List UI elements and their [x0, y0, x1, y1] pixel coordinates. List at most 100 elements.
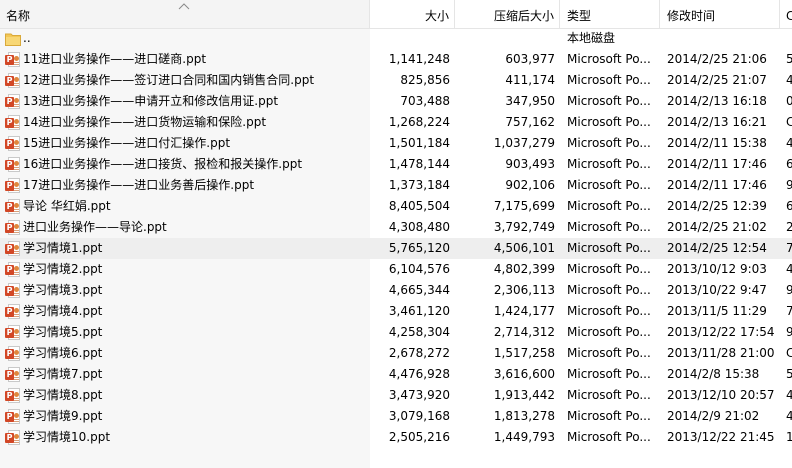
file-name: 15进口业务操作——进口付汇操作.ppt	[23, 136, 231, 150]
file-size: 5,765,120	[388, 241, 450, 255]
file-modified: 2014/2/13 16:21	[667, 115, 767, 129]
file-row[interactable]: P 17进口业务操作——进口业务善后操作.ppt 1,373,184 902,106 M…	[0, 175, 792, 196]
file-row[interactable]: P 16进口业务操作——进口接货、报检和报关操作.ppt 1,478,144 903,…	[0, 154, 792, 175]
file-extra-column: 6	[786, 199, 792, 213]
folder-icon	[5, 31, 21, 47]
column-header-modified[interactable]: 修改时间	[660, 0, 780, 28]
file-type: Microsoft Po...	[567, 52, 651, 66]
file-extra-column: 9	[786, 325, 792, 339]
column-header-type[interactable]: 类型	[560, 0, 660, 28]
parent-folder-row[interactable]: .. 本地磁盘	[0, 28, 792, 49]
file-modified: 2014/2/25 21:02	[667, 220, 767, 234]
file-row[interactable]: P 学习情境10.ppt 2,505,216 1,449,793 Microsoft P…	[0, 427, 792, 448]
file-extra-column: 5	[786, 367, 792, 381]
ppt-file-icon: P	[5, 157, 21, 173]
file-row[interactable]: P 13进口业务操作——申请开立和修改信用证.ppt 703,488 347,950 M…	[0, 91, 792, 112]
file-type: Microsoft Po...	[567, 367, 651, 381]
file-row[interactable]: P 导论 华红娟.ppt 8,405,504 7,175,699 Microsoft P…	[0, 196, 792, 217]
file-row[interactable]: P 学习情境8.ppt 3,473,920 1,913,442 Microsoft Po…	[0, 385, 792, 406]
file-compressed-size: 1,424,177	[493, 304, 555, 318]
file-size: 1,141,248	[388, 52, 450, 66]
file-row[interactable]: P 15进口业务操作——进口付汇操作.ppt 1,501,184 1,037,279 M…	[0, 133, 792, 154]
file-type: Microsoft Po...	[567, 178, 651, 192]
file-size: 2,505,216	[388, 430, 450, 444]
file-extra-column: 0	[786, 94, 792, 108]
file-extra-column: 1	[786, 430, 792, 444]
file-name: 学习情境10.ppt	[23, 430, 111, 444]
file-modified: 2014/2/25 21:06	[667, 52, 767, 66]
file-compressed-size: 603,977	[505, 52, 555, 66]
ppt-file-icon: P	[5, 367, 21, 383]
file-type: Microsoft Po...	[567, 304, 651, 318]
file-row[interactable]: P 学习情境4.ppt 3,461,120 1,424,177 Microsoft Po…	[0, 301, 792, 322]
file-compressed-size: 1,449,793	[493, 430, 555, 444]
file-name: 学习情境9.ppt	[23, 409, 103, 423]
ppt-file-icon: P	[5, 388, 21, 404]
column-header-compressed-size[interactable]: 压缩后大小	[455, 0, 560, 28]
column-header-compressed-label: 压缩后大小	[493, 9, 554, 23]
file-compressed-size: 757,162	[505, 115, 555, 129]
file-extra-column: 4	[786, 388, 792, 402]
file-name: 13进口业务操作——申请开立和修改信用证.ppt	[23, 94, 279, 108]
file-row[interactable]: P 进口业务操作——导论.ppt 4,308,480 3,792,749 Microso…	[0, 217, 792, 238]
file-compressed-size: 3,792,749	[493, 220, 555, 234]
file-compressed-size: 411,174	[505, 73, 555, 87]
file-size: 1,268,224	[388, 115, 450, 129]
file-modified: 2014/2/11 15:38	[667, 136, 767, 150]
file-type: Microsoft Po...	[567, 241, 651, 255]
file-row[interactable]: P 学习情境7.ppt 4,476,928 3,616,600 Microsoft Po…	[0, 364, 792, 385]
file-size: 4,665,344	[388, 283, 450, 297]
file-row[interactable]: P 12进口业务操作——签订进口合同和国内销售合同.ppt 825,856 411,1…	[0, 70, 792, 91]
file-extra-column: 7	[786, 304, 792, 318]
column-header-size[interactable]: 大小	[370, 0, 455, 28]
file-modified: 2014/2/11 17:46	[667, 157, 767, 171]
file-row[interactable]: P 学习情境5.ppt 4,258,304 2,714,312 Microsoft Po…	[0, 322, 792, 343]
file-modified: 2014/2/9 21:02	[667, 409, 760, 423]
ppt-file-icon: P	[5, 220, 21, 236]
file-row[interactable]: P 学习情境6.ppt 2,678,272 1,517,258 Microsoft Po…	[0, 343, 792, 364]
column-header-name[interactable]: 名称	[0, 0, 370, 28]
file-type: Microsoft Po...	[567, 388, 651, 402]
file-name: 学习情境4.ppt	[23, 304, 103, 318]
file-row[interactable]: P 11进口业务操作——进口磋商.ppt 1,141,248 603,977 Micro…	[0, 49, 792, 70]
file-size: 3,079,168	[388, 409, 450, 423]
file-extra-column: C	[786, 346, 792, 360]
file-name: 导论 华红娟.ppt	[23, 199, 111, 213]
file-extra-column: 2	[786, 220, 792, 234]
file-name: 14进口业务操作——进口货物运输和保险.ppt	[23, 115, 267, 129]
file-compressed-size: 4,802,399	[493, 262, 555, 276]
file-modified: 2013/12/10 20:57	[667, 388, 775, 402]
file-type: Microsoft Po...	[567, 409, 651, 423]
ppt-file-icon: P	[5, 73, 21, 89]
file-type: Microsoft Po...	[567, 262, 651, 276]
file-row[interactable]: P 学习情境3.ppt 4,665,344 2,306,113 Microsoft Po…	[0, 280, 792, 301]
file-row[interactable]: P 学习情境1.ppt 5,765,120 4,506,101 Microsoft Po…	[0, 238, 792, 259]
file-modified: 2014/2/8 15:38	[667, 367, 760, 381]
file-row[interactable]: P 14进口业务操作——进口货物运输和保险.ppt 1,268,224 757,162…	[0, 112, 792, 133]
file-compressed-size: 3,616,600	[493, 367, 555, 381]
file-name: 学习情境3.ppt	[23, 283, 103, 297]
file-modified: 2013/10/22 9:47	[667, 283, 767, 297]
file-name: 16进口业务操作——进口接货、报检和报关操作.ppt	[23, 157, 303, 171]
file-modified: 2013/11/5 11:29	[667, 304, 767, 318]
ppt-file-icon: P	[5, 136, 21, 152]
file-type: Microsoft Po...	[567, 115, 651, 129]
file-modified: 2013/10/12 9:03	[667, 262, 767, 276]
ppt-file-icon: P	[5, 304, 21, 320]
parent-folder-type: 本地磁盘	[567, 31, 616, 45]
column-header-name-label: 名称	[6, 9, 31, 23]
column-header-extra[interactable]: C	[780, 0, 792, 28]
file-type: Microsoft Po...	[567, 199, 651, 213]
file-type: Microsoft Po...	[567, 283, 651, 297]
file-extra-column: 5	[786, 52, 792, 66]
ppt-file-icon: P	[5, 346, 21, 362]
file-type: Microsoft Po...	[567, 136, 651, 150]
file-compressed-size: 347,950	[505, 94, 555, 108]
file-name: 学习情境6.ppt	[23, 346, 103, 360]
file-row[interactable]: P 学习情境2.ppt 6,104,576 4,802,399 Microsoft Po…	[0, 259, 792, 280]
file-row[interactable]: P 学习情境9.ppt 3,079,168 1,813,278 Microsoft Po…	[0, 406, 792, 427]
file-type: Microsoft Po...	[567, 325, 651, 339]
file-extra-column: 9	[786, 178, 792, 192]
ppt-file-icon: P	[5, 409, 21, 425]
file-extra-column: 4	[786, 409, 792, 423]
